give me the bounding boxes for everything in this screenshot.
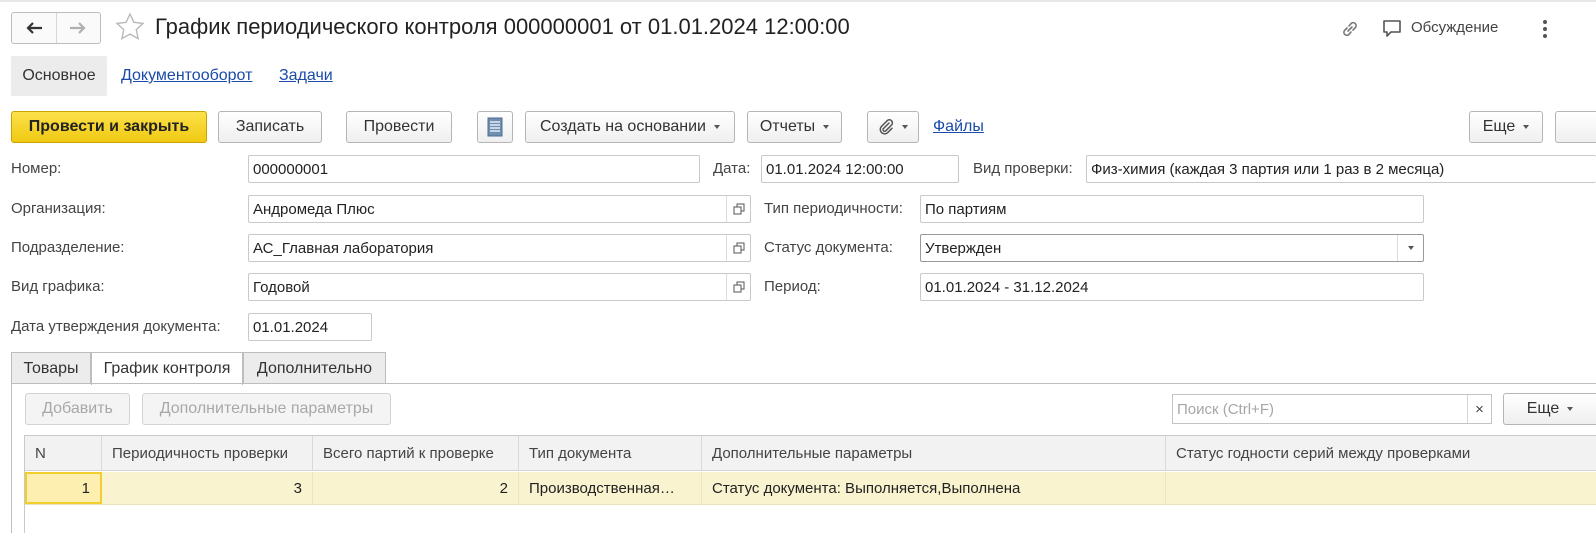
files-link[interactable]: Файлы <box>933 118 984 136</box>
discussion-icon[interactable] <box>1381 17 1405 41</box>
document-list-button[interactable] <box>477 111 513 143</box>
table-row[interactable]: 1 3 2 Производственная… Статус документа… <box>25 472 1596 505</box>
back-arrow-icon <box>26 22 42 34</box>
tab-main[interactable]: Основное <box>11 56 107 96</box>
tab-tasks[interactable]: Задачи <box>279 67 333 85</box>
attachments-button[interactable] <box>867 111 919 143</box>
more-vertical-icon[interactable] <box>1537 17 1553 41</box>
add-row-button[interactable]: Добавить <box>25 393 130 425</box>
periodicity-type-field[interactable]: По партиям <box>920 195 1424 223</box>
chevron-down-icon <box>714 125 720 129</box>
period-field[interactable]: 01.01.2024 - 31.12.2024 <box>920 273 1424 301</box>
create-based-on-button[interactable]: Создать на основании <box>525 111 735 143</box>
table-cell[interactable]: Статус документа: Выполняется,Выполнена <box>702 472 1166 504</box>
post-button[interactable]: Провести <box>346 111 452 143</box>
forward-arrow-icon <box>70 22 86 34</box>
document-list-icon <box>487 117 503 137</box>
division-value: АС_Главная лаборатория <box>253 239 434 257</box>
reports-label: Отчеты <box>759 118 816 135</box>
chevron-down-icon <box>902 125 908 129</box>
post-and-close-button[interactable]: Провести и закрыть <box>11 111 207 143</box>
chevron-down-icon <box>1523 125 1530 129</box>
back-button[interactable] <box>12 13 56 43</box>
paperclip-icon <box>879 119 894 135</box>
extra-params-button[interactable]: Дополнительные параметры <box>142 393 391 425</box>
schedule-type-field[interactable]: Годовой <box>248 273 751 301</box>
doc-status-value: Утвержден <box>925 239 1002 257</box>
favorite-star-icon[interactable] <box>114 11 146 43</box>
column-header[interactable]: Статус годности серий между проверками <box>1166 436 1596 470</box>
tab-goods[interactable]: Товары <box>11 352 91 384</box>
number-field[interactable]: 000000001 <box>248 155 700 183</box>
check-type-label: Вид проверки: <box>973 160 1073 177</box>
link-icon[interactable] <box>1338 17 1362 41</box>
organization-label: Организация: <box>11 200 106 217</box>
number-label: Номер: <box>11 160 62 177</box>
search-box: × <box>1172 394 1492 424</box>
schedule-type-label: Вид графика: <box>11 278 105 295</box>
tab-docflow[interactable]: Документооборот <box>121 67 252 85</box>
column-header[interactable]: N <box>25 436 102 470</box>
approval-date-field[interactable]: 01.01.2024 <box>248 313 372 341</box>
search-input[interactable] <box>1173 395 1463 423</box>
help-button-partial[interactable] <box>1555 111 1596 143</box>
organization-value: Андромеда Плюс <box>253 200 375 218</box>
schedule-type-value: Годовой <box>253 278 310 296</box>
table-cell[interactable]: 3 <box>102 472 313 504</box>
open-icon <box>733 203 744 215</box>
organization-field[interactable]: Андромеда Плюс <box>248 195 751 223</box>
table-cell[interactable]: 2 <box>313 472 519 504</box>
save-button[interactable]: Записать <box>218 111 322 143</box>
chevron-down-icon <box>823 125 830 129</box>
table-cell[interactable] <box>1166 472 1596 504</box>
column-header[interactable]: Всего партий к проверке <box>313 436 519 470</box>
division-label: Подразделение: <box>11 239 125 256</box>
division-open-button[interactable] <box>726 235 750 261</box>
more-label: Еще <box>1482 118 1516 135</box>
period-label: Период: <box>764 278 821 295</box>
organization-open-button[interactable] <box>726 196 750 222</box>
create-based-on-label: Создать на основании <box>540 118 706 135</box>
chevron-down-icon <box>1567 407 1574 411</box>
doc-status-dropdown-button[interactable] <box>1397 235 1423 261</box>
more-button[interactable]: Еще <box>1469 111 1543 143</box>
table-more-button[interactable]: Еще <box>1503 393 1596 425</box>
column-header[interactable]: Дополнительные параметры <box>702 436 1166 470</box>
approval-date-label: Дата утверждения документа: <box>11 318 221 335</box>
table-more-label: Еще <box>1526 400 1560 417</box>
page-title: График периодического контроля 000000001… <box>155 14 850 39</box>
search-clear-button[interactable]: × <box>1467 395 1491 423</box>
dropdown-icon <box>1407 246 1414 250</box>
division-field[interactable]: АС_Главная лаборатория <box>248 234 751 262</box>
column-header[interactable]: Периодичность проверки <box>102 436 313 470</box>
table-cell[interactable]: 1 <box>25 472 102 504</box>
open-icon <box>733 281 744 293</box>
column-header[interactable]: Тип документа <box>519 436 702 470</box>
navigation-buttons <box>11 12 101 44</box>
doc-status-label: Статус документа: <box>764 239 893 256</box>
forward-button[interactable] <box>55 13 101 43</box>
check-type-field[interactable]: Физ-химия (каждая 3 партия или 1 раз в 2… <box>1086 155 1596 183</box>
doc-status-select[interactable]: Утвержден <box>920 234 1424 262</box>
open-icon <box>733 242 744 254</box>
schedule-type-open-button[interactable] <box>726 274 750 300</box>
window-top-border <box>0 0 1596 2</box>
date-label: Дата: <box>713 160 751 177</box>
table-header: N Периодичность проверки Всего партий к … <box>25 436 1596 471</box>
tab-control-schedule[interactable]: График контроля <box>91 352 243 385</box>
discussion-button[interactable]: Обсуждение <box>1411 19 1498 36</box>
reports-button[interactable]: Отчеты <box>747 111 842 143</box>
periodicity-type-label: Тип периодичности: <box>764 200 903 217</box>
schedule-table: N Периодичность проверки Всего партий к … <box>24 435 1596 533</box>
date-field[interactable]: 01.01.2024 12:00:00 <box>761 155 959 183</box>
table-cell[interactable]: Производственная… <box>519 472 702 504</box>
tab-additional[interactable]: Дополнительно <box>243 352 386 384</box>
